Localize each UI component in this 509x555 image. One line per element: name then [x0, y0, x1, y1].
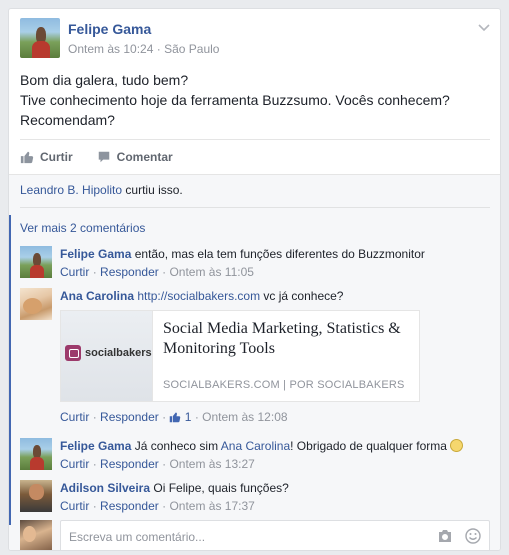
post-line: Tive conhecimento hoje da ferramenta Buz…	[20, 92, 450, 108]
comment-time[interactable]: Ontem às 11:05	[169, 265, 254, 279]
comment-like-link[interactable]: Curtir	[60, 265, 89, 279]
comment-mention[interactable]: Ana Carolina	[221, 439, 290, 453]
commenter-name[interactable]: Ana Carolina	[60, 289, 134, 303]
comment-placeholder: Escreva um comentário...	[69, 530, 206, 544]
comment-text: Já conheco sim	[134, 439, 221, 453]
author-text: POR SOCIALBAKERS	[289, 379, 405, 391]
link-preview-image: socialbakers	[61, 311, 153, 401]
comment-reply-link[interactable]: Responder	[100, 499, 159, 513]
comment-time[interactable]: Ontem às 17:37	[169, 499, 254, 513]
post-actions: Curtir Comentar	[20, 139, 490, 173]
socialbakers-icon	[65, 345, 81, 361]
dot-separator: ·	[92, 499, 97, 513]
post-line: Recomendam?	[20, 112, 115, 128]
comments-section: Leandro B. Hipolito curtiu isso. Ver mai…	[9, 174, 500, 550]
commenter-avatar[interactable]	[20, 246, 52, 278]
thumbs-up-icon	[20, 151, 34, 163]
dot-separator: ·	[162, 265, 167, 279]
comment-likes-count[interactable]: 1	[169, 410, 194, 424]
comment-text: vc já conhece?	[260, 289, 344, 303]
like-count: 1	[184, 410, 192, 424]
link-preview-title[interactable]: Social Media Marketing, Statistics & Mon…	[163, 319, 413, 359]
meta-separator: ·	[156, 42, 161, 56]
comment-reply-link[interactable]: Responder	[100, 410, 159, 424]
commenter-avatar[interactable]	[20, 288, 52, 320]
post-meta: Ontem às 10:24 · São Paulo	[68, 42, 219, 56]
link-preview[interactable]: socialbakers Social Media Marketing, Sta…	[60, 310, 420, 402]
like-button[interactable]: Curtir	[20, 150, 73, 164]
post-card: Felipe Gama Ontem às 10:24 · São Paulo B…	[8, 8, 501, 551]
smile-emoji-icon	[450, 439, 464, 452]
author-name[interactable]: Felipe Gama	[68, 21, 151, 37]
link-preview-domain: SOCIALBAKERS.COM | POR SOCIALBAKERS	[163, 379, 405, 391]
dot-separator: ·	[194, 410, 199, 424]
author-avatar[interactable]	[20, 18, 60, 58]
camera-icon[interactable]	[437, 528, 453, 544]
comment-text: Oi Felipe, quais funções?	[153, 481, 289, 495]
dot-separator: ·	[92, 265, 97, 279]
liker-name[interactable]: Leandro B. Hipolito	[20, 183, 122, 197]
post-body: Bom dia galera, tudo bem? Tive conhecime…	[20, 70, 490, 130]
commenter-name[interactable]: Adilson Silveira	[60, 481, 150, 495]
current-user-avatar	[20, 520, 52, 550]
likes-text: curtiu isso.	[122, 183, 183, 197]
emoji-icon[interactable]	[465, 528, 481, 544]
view-more-comments-link[interactable]: Ver mais 2 comentários	[20, 221, 145, 235]
commenter-name[interactable]: Felipe Gama	[60, 439, 131, 453]
comment-text: então, mas ela tem funções diferentes do…	[134, 247, 425, 261]
post-line: Bom dia galera, tudo bem?	[20, 72, 189, 88]
comment-time[interactable]: Ontem às 12:08	[202, 410, 287, 424]
comment-link[interactable]: http://socialbakers.com	[137, 289, 260, 303]
comments-accent-bar	[9, 215, 11, 525]
domain-sep: |	[283, 379, 287, 391]
dot-separator: ·	[92, 457, 97, 471]
dot-separator: ·	[162, 457, 167, 471]
comment-time[interactable]: Ontem às 13:27	[169, 457, 254, 471]
comment-icon	[98, 151, 109, 162]
comment-like-link[interactable]: Curtir	[60, 499, 89, 513]
comment-reply-link[interactable]: Responder	[100, 265, 159, 279]
commenter-name[interactable]: Felipe Gama	[60, 247, 131, 261]
comment-input[interactable]: Escreva um comentário...	[60, 520, 490, 550]
comment-button[interactable]: Comentar	[97, 150, 173, 164]
thumbs-up-icon	[170, 412, 181, 423]
likes-sentence: Leandro B. Hipolito curtiu isso.	[20, 183, 183, 197]
comment-text: ! Obrigado de qualquer forma	[290, 439, 451, 453]
comment-reply-link[interactable]: Responder	[100, 457, 159, 471]
comment-like-link[interactable]: Curtir	[60, 457, 89, 471]
socialbakers-logo: socialbakers	[65, 345, 152, 361]
comment-actions: Curtir · Responder · 1 · Ontem às 12:08	[60, 410, 288, 424]
comment-label: Comentar	[116, 149, 173, 164]
commenter-avatar[interactable]	[20, 438, 52, 470]
commenter-avatar[interactable]	[20, 480, 52, 512]
comment-like-link[interactable]: Curtir	[60, 410, 89, 424]
domain-text: SOCIALBAKERS.COM	[163, 379, 280, 391]
dot-separator: ·	[92, 410, 97, 424]
divider	[20, 207, 490, 208]
post-time[interactable]: Ontem às 10:24	[68, 42, 153, 56]
post-location[interactable]: São Paulo	[164, 42, 219, 56]
logo-text: socialbakers	[85, 347, 152, 359]
dot-separator: ·	[162, 410, 167, 424]
comment-composer: Escreva um comentário...	[20, 520, 490, 550]
like-label: Curtir	[40, 149, 73, 164]
chevron-down-icon[interactable]	[478, 19, 490, 35]
dot-separator: ·	[162, 499, 167, 513]
